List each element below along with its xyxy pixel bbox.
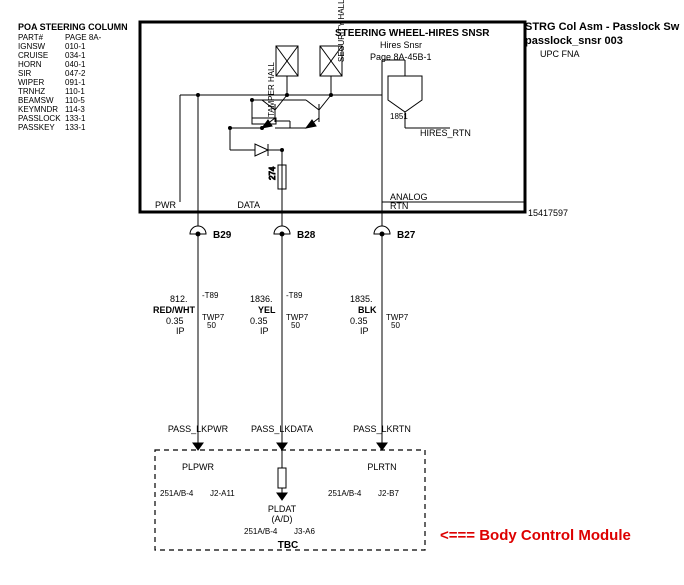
net-pass-lkdata: PASS_LKDATA [251, 424, 313, 434]
row-name: KEYMNDR [18, 105, 58, 114]
module-h2: Hires Snsr [380, 40, 422, 50]
row-name: PASSLOCK [18, 114, 61, 123]
b28-label: B28 [297, 230, 316, 241]
tamper-label: TAMPER HALL [267, 61, 276, 117]
w1-twp: TWP7 [202, 313, 225, 322]
pin1: J2-A11 [210, 489, 235, 498]
title-l1: STRG Col Asm - Passlock Sw [525, 21, 680, 33]
row-name: HORN [18, 60, 42, 69]
row-page: 091-1 [65, 78, 86, 87]
w2-loc: IP [260, 326, 269, 336]
w3-color: BLK [358, 305, 377, 315]
net-pass-lkrtn: PASS_LKRTN [353, 424, 411, 434]
w1-suf: -T89 [202, 291, 219, 300]
w2-twpn: 50 [291, 321, 300, 330]
connector-b27 [374, 226, 390, 236]
part-label: PART# [18, 33, 44, 42]
connector-b29 [190, 226, 206, 236]
connector-b28 [274, 226, 290, 236]
pldat-label: PLDAT [268, 504, 297, 514]
w2-color: YEL [258, 305, 276, 315]
diode [230, 128, 282, 212]
wire-3: 1835. BLK 0.35 IP TWP7 50 [350, 294, 409, 336]
transistor-right [252, 95, 331, 128]
hires-net: 1851 [390, 112, 408, 121]
row-name: TRNHZ [18, 87, 45, 96]
tbc-name: TBC [278, 540, 299, 551]
data-label: DATA [237, 200, 260, 210]
title-l2: passlock_snsr 003 [525, 35, 623, 47]
analog-rtn-label: RTN [390, 201, 408, 211]
wire-2: 1836. -T89 YEL 0.35 IP TWP7 50 [250, 291, 309, 336]
module-h1: STEERING WHEEL-HIRES SNSR [335, 28, 490, 39]
ref1: 251A/B-4 [160, 489, 194, 498]
w1-twpn: 50 [207, 321, 216, 330]
title-l3: UPC FNA [540, 49, 580, 59]
transistor-left [230, 95, 287, 128]
ref2: 251A/B-4 [244, 527, 278, 536]
module-box [140, 22, 525, 212]
w3-loc: IP [360, 326, 369, 336]
row-name: PASSKEY [18, 123, 55, 132]
w3-twpn: 50 [391, 321, 400, 330]
w2-twp: TWP7 [286, 313, 309, 322]
w3-ga: 0.35 [350, 316, 368, 326]
w2-ga: 0.35 [250, 316, 268, 326]
module-h3: Page 8A-45B-1 [370, 52, 432, 62]
w2-num: 1836. [250, 294, 273, 304]
parts-title: POA STEERING COLUMN [18, 22, 128, 32]
row-page: 047-2 [65, 69, 86, 78]
w2-suf: -T89 [286, 291, 303, 300]
r274-label: 274 [268, 166, 277, 180]
w3-num: 1835. [350, 294, 373, 304]
row-name: SIR [18, 69, 32, 78]
module-partnum: 15417597 [528, 208, 568, 218]
row-page: 133-1 [65, 114, 86, 123]
parts-table: POA STEERING COLUMN PART# PAGE 8A- IGNSW… [18, 22, 128, 132]
b29-label: B29 [213, 230, 232, 241]
security-hall: SECURITY HALL [320, 0, 346, 76]
body-control-module-annotation: <=== Body Control Module [440, 527, 631, 544]
wire-1: 812. -T89 RED/WHT 0.35 IP TWP7 50 [153, 291, 225, 336]
tbc-box [155, 450, 425, 550]
pwr-label: PWR [155, 200, 176, 210]
hires-rtn-label: HIRES_RTN [420, 128, 471, 138]
resistor-bias [252, 100, 290, 128]
module-header: STEERING WHEEL-HIRES SNSR Hires Snsr Pag… [335, 28, 490, 62]
row-name: CRUISE [18, 51, 48, 60]
row-page: 133-1 [65, 123, 86, 132]
security-label: SECURITY HALL [337, 0, 346, 62]
ref3: 251A/B-4 [328, 489, 362, 498]
row-name: IGNSW [18, 42, 46, 51]
pldat-ad: (A/D) [272, 514, 293, 524]
plpwr-label: PLPWR [182, 462, 215, 472]
hires-rtn-block [382, 60, 450, 128]
net-pass-lkpwr: PASS_LKPWR [168, 424, 229, 434]
w1-loc: IP [176, 326, 185, 336]
row-page: 010-1 [65, 42, 86, 51]
page-label: PAGE 8A- [65, 33, 102, 42]
analog-label: ANALOG [390, 192, 428, 202]
w1-ga: 0.35 [166, 316, 184, 326]
row-name: BEAMSW [18, 96, 54, 105]
row-page: 110-5 [65, 96, 85, 105]
row-page: 034-1 [65, 51, 86, 60]
w1-color: RED/WHT [153, 305, 195, 315]
row-page: 040-1 [65, 60, 86, 69]
row-page: 110-1 [65, 87, 85, 96]
row-page: 114-3 [65, 105, 85, 114]
pin3: J2-B7 [378, 489, 399, 498]
w3-twp: TWP7 [386, 313, 409, 322]
resistor-274: 274 [268, 165, 286, 189]
tamper-hall: TAMPER HALL [267, 46, 298, 117]
title-block: STRG Col Asm - Passlock Sw passlock_snsr… [525, 21, 680, 59]
pin2: J3-A6 [294, 527, 315, 536]
b27-label: B27 [397, 230, 416, 241]
row-name: WIPER [18, 78, 44, 87]
plrtn-label: PLRTN [367, 462, 396, 472]
w1-num: 812. [170, 294, 188, 304]
